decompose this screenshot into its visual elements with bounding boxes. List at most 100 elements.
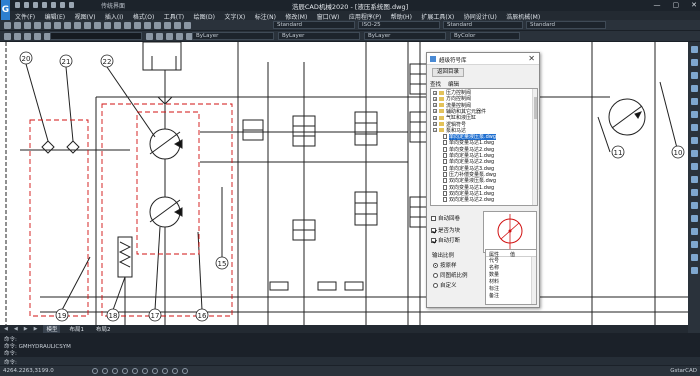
attr-row[interactable]: 标注 — [489, 286, 499, 293]
rotate-icon[interactable] — [690, 150, 698, 157]
polyline-icon[interactable] — [690, 59, 698, 66]
menu-collaboration[interactable]: 协同设计(U) — [460, 11, 503, 21]
layer-off-icon[interactable] — [176, 33, 183, 40]
grid-icon[interactable] — [102, 368, 108, 374]
tab-next-icon[interactable]: ▶ — [24, 326, 28, 332]
scale-drawing-radio[interactable]: 同图纸比例 — [433, 271, 468, 279]
open-icon[interactable] — [14, 22, 21, 29]
multileader-style-combo[interactable]: Standard — [526, 21, 606, 29]
menu-modify[interactable]: 修改(M) — [281, 11, 312, 21]
menu-view[interactable]: 视图(V) — [71, 11, 101, 21]
ortho-icon[interactable] — [112, 368, 118, 374]
sun-icon[interactable] — [34, 33, 41, 40]
tab-edit[interactable]: 编辑 — [448, 80, 459, 88]
minimize-button[interactable]: — — [654, 1, 661, 9]
color-combo[interactable]: ByLayer — [192, 32, 274, 40]
scale-icon[interactable] — [690, 163, 698, 170]
arc-icon[interactable] — [690, 85, 698, 92]
attr-row[interactable]: 名称 — [489, 265, 499, 272]
symbol-tree[interactable]: + 压力控制阀 + 方向控制阀 + 流量控制阀 + 辅助和其它元器件 + 气缸和液压缸 +… — [430, 88, 538, 206]
layer-iso-icon[interactable] — [166, 33, 173, 40]
annotation-icon[interactable] — [182, 368, 188, 374]
menu-window[interactable]: 窗口(W) — [313, 11, 345, 21]
layer-combo[interactable] — [50, 32, 142, 40]
zoom-previous-icon[interactable] — [144, 22, 151, 29]
tab-first-icon[interactable]: ◀ — [4, 326, 8, 332]
layer-previous-icon[interactable] — [156, 33, 163, 40]
close-button[interactable]: ✕ — [691, 1, 697, 9]
scale-original-radio[interactable]: 按原样 — [433, 261, 457, 269]
copy-icon[interactable] — [690, 137, 698, 144]
menu-insert[interactable]: 插入(I) — [101, 11, 129, 21]
rectangle-icon[interactable] — [690, 98, 698, 105]
paste-icon[interactable] — [74, 22, 81, 29]
lineweight-combo[interactable]: ByLayer — [364, 32, 446, 40]
menu-dimension[interactable]: 标注(N) — [251, 11, 282, 21]
app-logo-icon[interactable]: G — [1, 0, 10, 20]
line-icon[interactable] — [690, 46, 698, 53]
fillet-icon[interactable] — [690, 202, 698, 209]
print-icon[interactable] — [34, 22, 41, 29]
undo-icon[interactable] — [94, 22, 101, 29]
properties-icon[interactable] — [154, 22, 161, 29]
save-icon[interactable] — [24, 22, 31, 29]
layer-state-icon[interactable] — [14, 33, 21, 40]
tab-last-icon[interactable]: ▶ — [34, 326, 38, 332]
back-to-catalog-button[interactable]: 返回目录 — [432, 68, 464, 77]
auto-explode-checkbox[interactable]: 自动回卷 — [431, 214, 460, 222]
trim-icon[interactable] — [690, 176, 698, 183]
is-block-checkbox[interactable]: 是否为块 — [431, 226, 460, 234]
tree-scrollbar[interactable] — [532, 89, 537, 205]
text-style-combo[interactable]: Standard — [273, 21, 355, 29]
zoom-icon[interactable] — [124, 22, 131, 29]
menu-edit[interactable]: 编辑(E) — [41, 11, 71, 21]
polar-icon[interactable] — [122, 368, 128, 374]
menu-text[interactable]: 文字(X) — [220, 11, 250, 21]
cut-icon[interactable] — [54, 22, 61, 29]
match-icon[interactable] — [84, 22, 91, 29]
design-center-icon[interactable] — [164, 22, 171, 29]
calculator-icon[interactable] — [184, 22, 191, 29]
extend-icon[interactable] — [690, 189, 698, 196]
menu-mechanical[interactable]: 浩辰机械(M) — [502, 11, 545, 21]
move-icon[interactable] — [690, 124, 698, 131]
command-input[interactable]: 命令: — [0, 357, 700, 366]
tab-layout1[interactable]: 布局1 — [66, 325, 87, 333]
zoom-window-icon[interactable] — [134, 22, 141, 29]
preview-icon[interactable] — [44, 22, 51, 29]
hatch-icon[interactable] — [690, 111, 698, 118]
new-icon[interactable] — [4, 22, 11, 29]
attr-row[interactable]: 备注 — [489, 293, 499, 300]
lightbulb-icon[interactable] — [24, 33, 31, 40]
copy-icon[interactable] — [64, 22, 71, 29]
osnap-icon[interactable] — [132, 368, 138, 374]
menu-tools[interactable]: 工具(T) — [160, 11, 190, 21]
erase-icon[interactable] — [690, 228, 698, 235]
menu-extended-tools[interactable]: 扩展工具(X) — [417, 11, 459, 21]
menu-format[interactable]: 格式(O) — [129, 11, 160, 21]
attr-scrollbar[interactable] — [531, 257, 536, 304]
dialog-close-icon[interactable]: ✕ — [528, 54, 535, 63]
menu-draw[interactable]: 绘图(D) — [190, 11, 221, 21]
linetype-combo[interactable]: ByLayer — [278, 32, 360, 40]
model-icon[interactable] — [162, 368, 168, 374]
scale-custom-radio[interactable]: 自定义 — [433, 281, 457, 289]
attribute-table[interactable]: 属性 值 代号 名称 数量 材料 标注 备注 — [485, 249, 537, 305]
attr-row[interactable]: 代号 — [489, 258, 499, 265]
auto-break-checkbox[interactable]: 自动打断 — [431, 236, 460, 244]
otrack-icon[interactable] — [142, 368, 148, 374]
plotstyle-combo[interactable]: ByColor — [450, 32, 520, 40]
explode-icon[interactable] — [690, 215, 698, 222]
array-icon[interactable] — [690, 267, 698, 274]
snap-icon[interactable] — [92, 368, 98, 374]
attr-row[interactable]: 材料 — [489, 279, 499, 286]
redo-icon[interactable] — [104, 22, 111, 29]
pan-icon[interactable] — [114, 22, 121, 29]
offset-icon[interactable] — [690, 254, 698, 261]
mirror-icon[interactable] — [690, 241, 698, 248]
tab-search[interactable]: 查找 — [430, 80, 441, 88]
table-style-combo[interactable]: Standard — [443, 21, 523, 29]
tree-file[interactable]: 双向定量马达2.dwg — [443, 197, 494, 203]
tab-prev-icon[interactable]: ◀ — [14, 326, 18, 332]
menu-file[interactable]: 文件(F) — [11, 11, 41, 21]
